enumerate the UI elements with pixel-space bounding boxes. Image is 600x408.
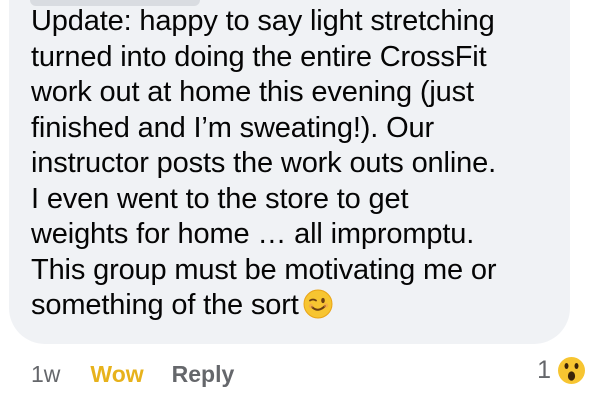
winking-face-icon — [303, 289, 333, 319]
comment-text: Update: happy to say light stretching tu… — [31, 4, 561, 324]
comment-line: weights for home … all impromptu. — [31, 218, 475, 250]
comment-line-last: something of the sort — [31, 288, 561, 324]
comment-line: turned into doing the entire CrossFit — [31, 40, 487, 73]
wow-face-icon — [556, 355, 587, 386]
reaction-summary[interactable]: 1 — [537, 354, 588, 387]
comment-line: finished and I’m sweating!). Our — [31, 111, 434, 144]
comment-line: Update: happy to say light stretching — [31, 5, 495, 37]
comment-line: This group must be motivating me or — [31, 253, 497, 286]
comment-line: I even went to the store to get — [31, 182, 409, 215]
reaction-count: 1 — [537, 356, 551, 384]
comment-card: Update: happy to say light stretching tu… — [0, 0, 600, 408]
comment-actions: 1w Wow Reply — [31, 359, 234, 389]
comment-line: instructor posts the work outs online. — [31, 147, 496, 179]
reply-button[interactable]: Reply — [172, 361, 235, 388]
comment-line: work out at home this evening (just — [31, 76, 474, 108]
wow-reaction-button[interactable]: Wow — [90, 361, 143, 388]
comment-timestamp[interactable]: 1w — [31, 361, 60, 388]
comment-line: something of the sort — [31, 289, 299, 321]
